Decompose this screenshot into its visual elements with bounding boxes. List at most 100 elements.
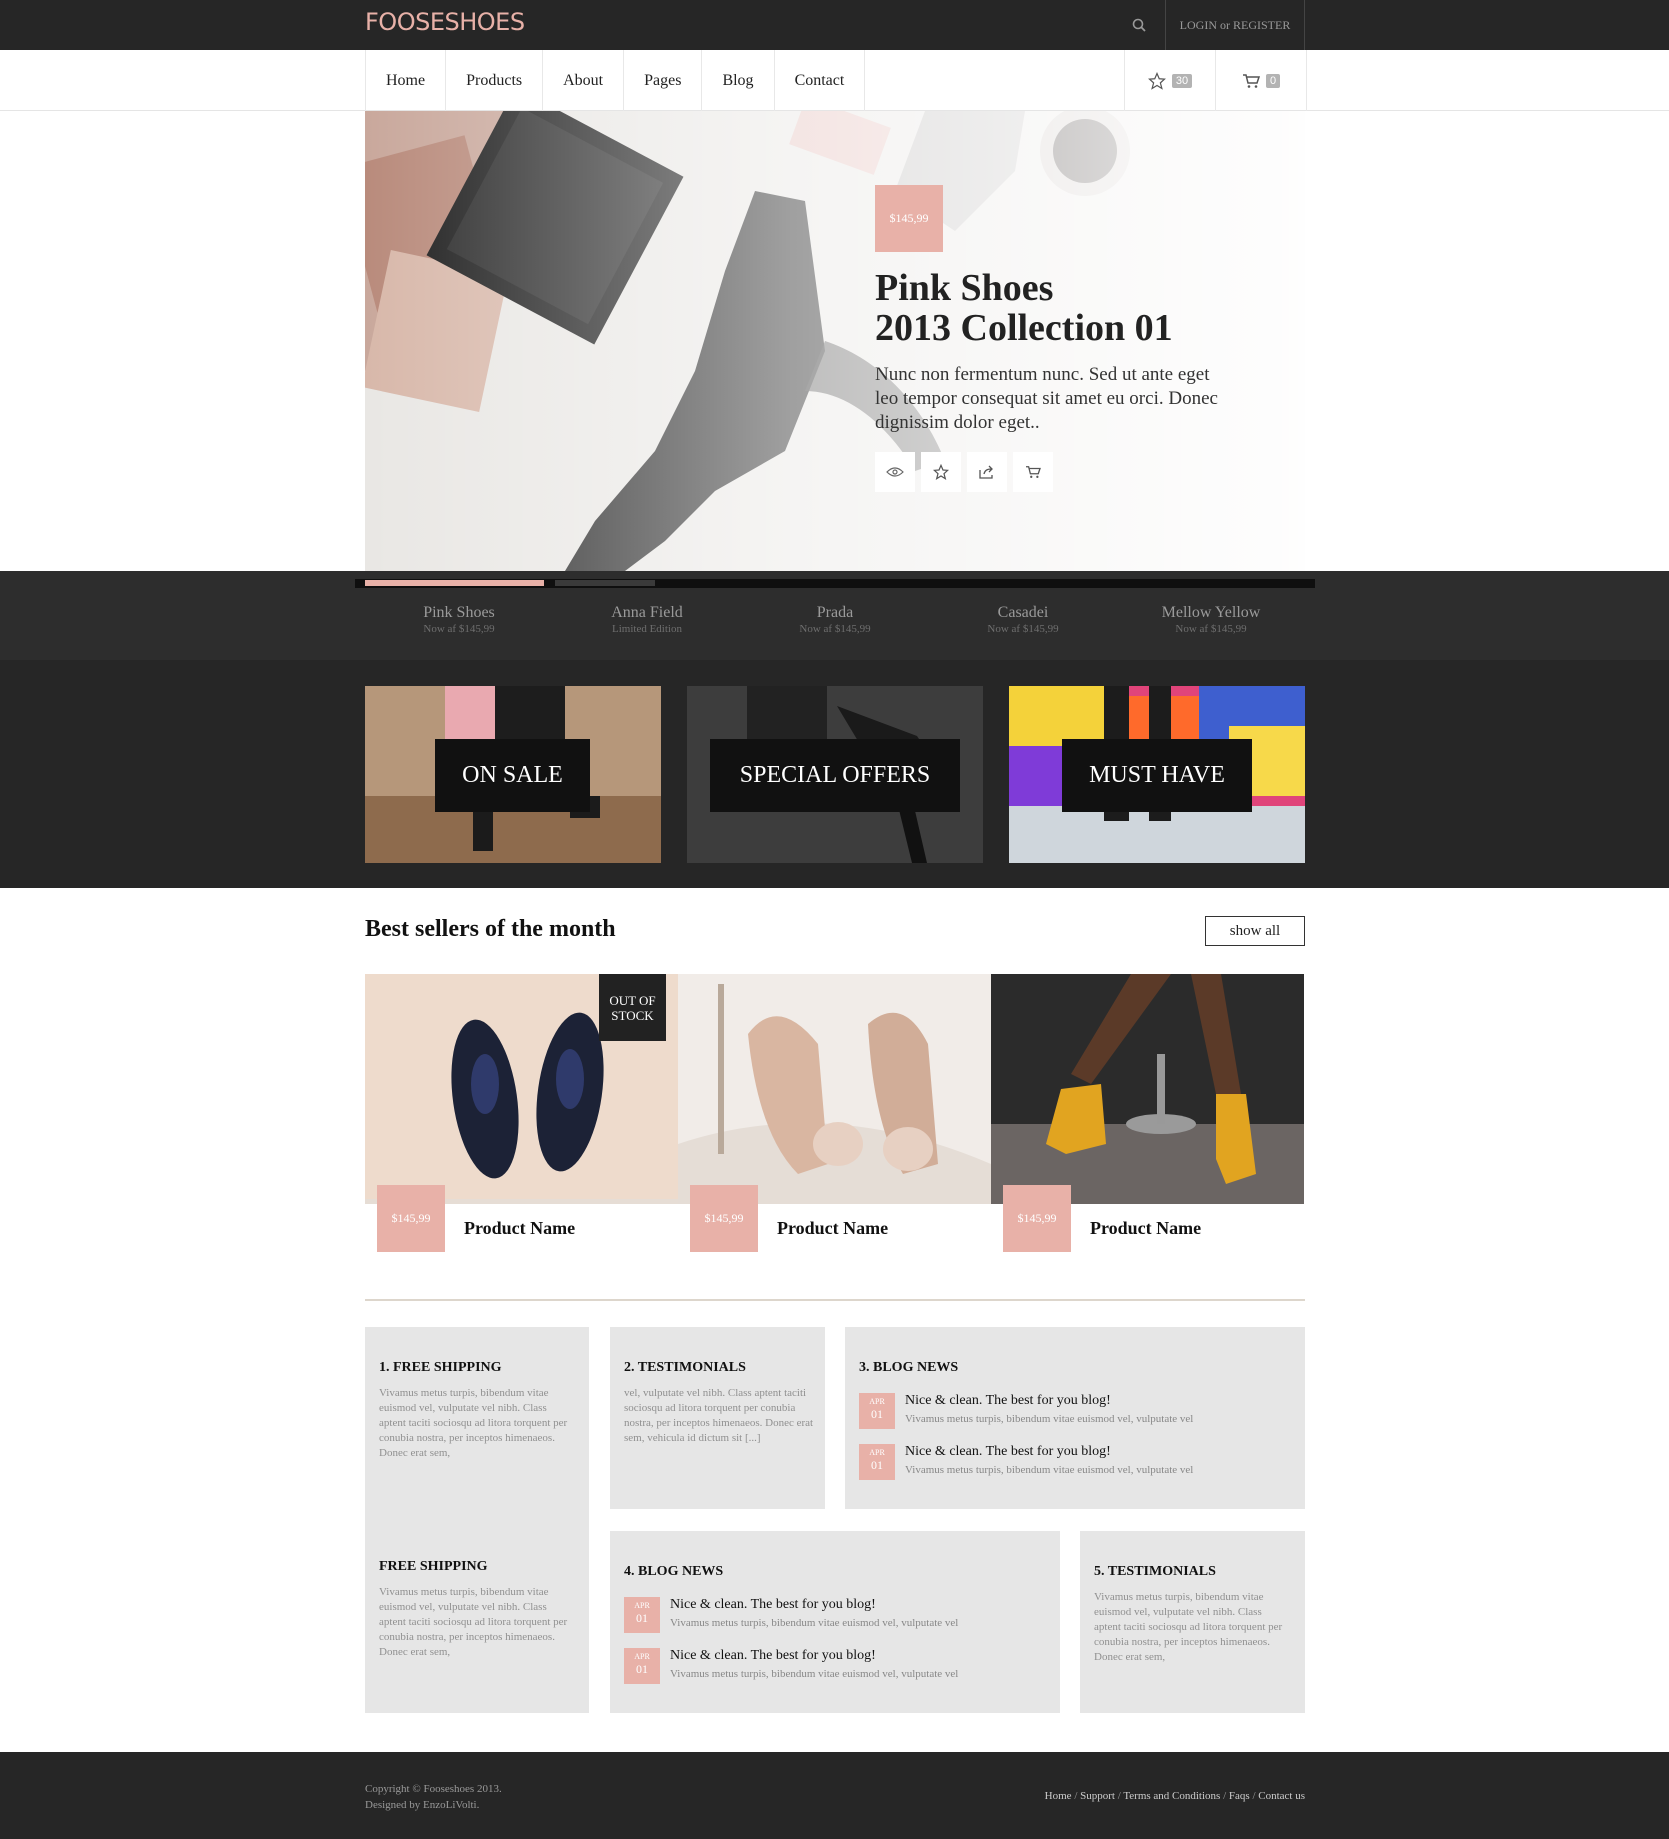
date-month: APR <box>634 1652 650 1661</box>
logo[interactable]: FOOSESHOES <box>365 8 525 36</box>
blog-news-item[interactable]: APR 01 Nice & clean. The best for you blo… <box>624 1648 958 1684</box>
news-title[interactable]: Nice & clean. The best for you blog! <box>670 1597 958 1613</box>
star-icon <box>1147 71 1166 90</box>
product-image[interactable] <box>991 974 1304 1204</box>
slider-tab-subtitle: Now af $145,99 <box>1175 623 1247 635</box>
nav-pages[interactable]: Pages <box>624 50 703 111</box>
category-on-sale[interactable]: ON SALE <box>365 686 661 863</box>
news-title[interactable]: Nice & clean. The best for you blog! <box>905 1444 1193 1460</box>
nav-contact[interactable]: Contact <box>775 50 866 111</box>
box-title: 1. FREE SHIPPING <box>379 1360 502 1375</box>
product-card[interactable]: OUT OF STOCK $145,99 Product Name <box>365 974 678 1254</box>
box-text: vel, vulputate vel nibh. Class aptent ta… <box>624 1387 814 1444</box>
product-price-tag: $145,99 <box>690 1185 758 1252</box>
info-box-free-shipping-2: FREE SHIPPING Vivamus metus turpis, bibe… <box>365 1513 589 1713</box>
slider-tab-subtitle: Limited Edition <box>612 623 682 635</box>
slider-tab-subtitle: Now af $145,99 <box>799 623 871 635</box>
nav-home[interactable]: Home <box>366 50 447 111</box>
nav-blog[interactable]: Blog <box>702 50 775 111</box>
section-divider <box>365 1299 1305 1301</box>
product-name[interactable]: Product Name <box>464 1218 575 1239</box>
hero-price-tag: $145,99 <box>875 185 943 252</box>
slider-progress-track <box>355 579 1315 588</box>
search-button[interactable] <box>1112 0 1166 50</box>
category-must-have[interactable]: MUST HAVE <box>1009 686 1305 863</box>
show-all-button[interactable]: show all <box>1205 916 1305 946</box>
news-snippet: Vivamus metus turpis, bibendum vitae eui… <box>670 1668 959 1680</box>
news-title[interactable]: Nice & clean. The best for you blog! <box>905 1393 1193 1409</box>
slider-tab-title: Casadei <box>997 604 1049 621</box>
add-to-cart-button[interactable] <box>1013 452 1053 492</box>
box-title: FREE SHIPPING <box>379 1559 488 1574</box>
star-icon <box>933 464 949 480</box>
date-badge: APR 01 <box>859 1444 895 1480</box>
nav-utilities: 30 0 <box>1124 50 1307 111</box>
news-title[interactable]: Nice & clean. The best for you blog! <box>670 1648 958 1664</box>
top-bar <box>0 0 1669 50</box>
date-month: APR <box>869 1448 885 1457</box>
footer-copyright: Copyright © Fooseshoes 2013. Designed by… <box>365 1781 502 1813</box>
product-image[interactable] <box>678 974 991 1204</box>
quick-view-button[interactable] <box>875 452 915 492</box>
slider-tab-subtitle: Now af $145,99 <box>987 623 1059 635</box>
nav-about[interactable]: About <box>543 50 625 111</box>
cart-count-badge: 0 <box>1265 73 1281 88</box>
blog-news-item[interactable]: APR 01 Nice & clean. The best for you blo… <box>859 1393 1193 1429</box>
cart-button[interactable]: 0 <box>1216 50 1307 111</box>
category-label: MUST HAVE <box>1062 739 1252 812</box>
wishlist-count-badge: 30 <box>1171 73 1193 88</box>
add-to-wishlist-button[interactable] <box>921 452 961 492</box>
cart-icon <box>1026 466 1041 478</box>
footer-links: Home / Support / Terms and Conditions / … <box>1044 1790 1305 1802</box>
date-day: 01 <box>636 1662 648 1676</box>
footer-link-home[interactable]: Home <box>1045 1790 1072 1802</box>
slider-tab-title: Pink Shoes <box>423 604 495 621</box>
slider-tab-mellow-yellow[interactable]: Mellow Yellow Now af $145,99 <box>1117 588 1305 635</box>
best-sellers-title: Best sellers of the month <box>365 916 616 942</box>
box-title: 2. TESTIMONIALS <box>624 1360 746 1375</box>
info-box-testimonials: 2. TESTIMONIALS vel, vulputate vel nibh.… <box>610 1327 825 1509</box>
box-title: 4. BLOG NEWS <box>624 1564 724 1579</box>
hero-actions <box>875 452 1053 492</box>
product-photo <box>991 974 1304 1204</box>
slider-tab-pink-shoes[interactable]: Pink Shoes Now af $145,99 <box>365 588 553 635</box>
category-label: ON SALE <box>435 739 590 812</box>
product-photo <box>678 974 991 1204</box>
blog-news-item[interactable]: APR 01 Nice & clean. The best for you blo… <box>859 1444 1193 1480</box>
wishlist-button[interactable]: 30 <box>1125 50 1216 111</box>
product-card[interactable]: $145,99 Product Name <box>678 974 991 1254</box>
category-special-offers[interactable]: SPECIAL OFFERS <box>687 686 983 863</box>
nav-products[interactable]: Products <box>446 50 544 111</box>
slider-tab-title: Prada <box>816 604 854 621</box>
date-badge: APR 01 <box>624 1597 660 1633</box>
product-name[interactable]: Product Name <box>777 1218 888 1239</box>
designer-credit: Designed by EnzoLiVolti. <box>365 1799 480 1811</box>
copyright-text: Copyright © Fooseshoes 2013. <box>365 1783 502 1795</box>
slider-tab-anna-field[interactable]: Anna Field Limited Edition <box>553 588 741 635</box>
blog-news-item[interactable]: APR 01 Nice & clean. The best for you blo… <box>624 1597 958 1633</box>
slider-progress-next <box>555 580 655 586</box>
slider-tab-prada[interactable]: Prada Now af $145,99 <box>741 588 929 635</box>
slider-tab-subtitle: Now af $145,99 <box>423 623 495 635</box>
product-name[interactable]: Product Name <box>1090 1218 1201 1239</box>
box-text: Vivamus metus turpis, bibendum vitae eui… <box>379 1586 568 1658</box>
footer-link-terms[interactable]: Terms and Conditions <box>1123 1790 1220 1802</box>
info-box-free-shipping: 1. FREE SHIPPING Vivamus metus turpis, b… <box>365 1327 589 1513</box>
footer-link-contact[interactable]: Contact us <box>1258 1790 1305 1802</box>
slider-tab-title: Mellow Yellow <box>1161 604 1261 621</box>
hero-title: Pink Shoes 2013 Collection 01 <box>875 268 1275 348</box>
cart-icon <box>1242 73 1260 88</box>
slider-tab-casadei[interactable]: Casadei Now af $145,99 <box>929 588 1117 635</box>
footer-link-faqs[interactable]: Faqs <box>1229 1790 1250 1802</box>
date-day: 01 <box>871 1407 883 1421</box>
main-nav: Home Products About Pages Blog Contact <box>365 50 866 111</box>
hero-title-line1: Pink Shoes <box>875 267 1054 309</box>
share-button[interactable] <box>967 452 1007 492</box>
footer-link-support[interactable]: Support <box>1080 1790 1115 1802</box>
product-card[interactable]: $145,99 Product Name <box>991 974 1304 1254</box>
login-register-link[interactable]: LOGIN or REGISTER <box>1165 0 1305 50</box>
info-box-blog-news: 3. BLOG NEWS APR 01 Nice & clean. The bes… <box>845 1327 1305 1509</box>
share-icon <box>979 465 993 479</box>
product-price-tag: $145,99 <box>377 1185 445 1252</box>
date-badge: APR 01 <box>859 1393 895 1429</box>
